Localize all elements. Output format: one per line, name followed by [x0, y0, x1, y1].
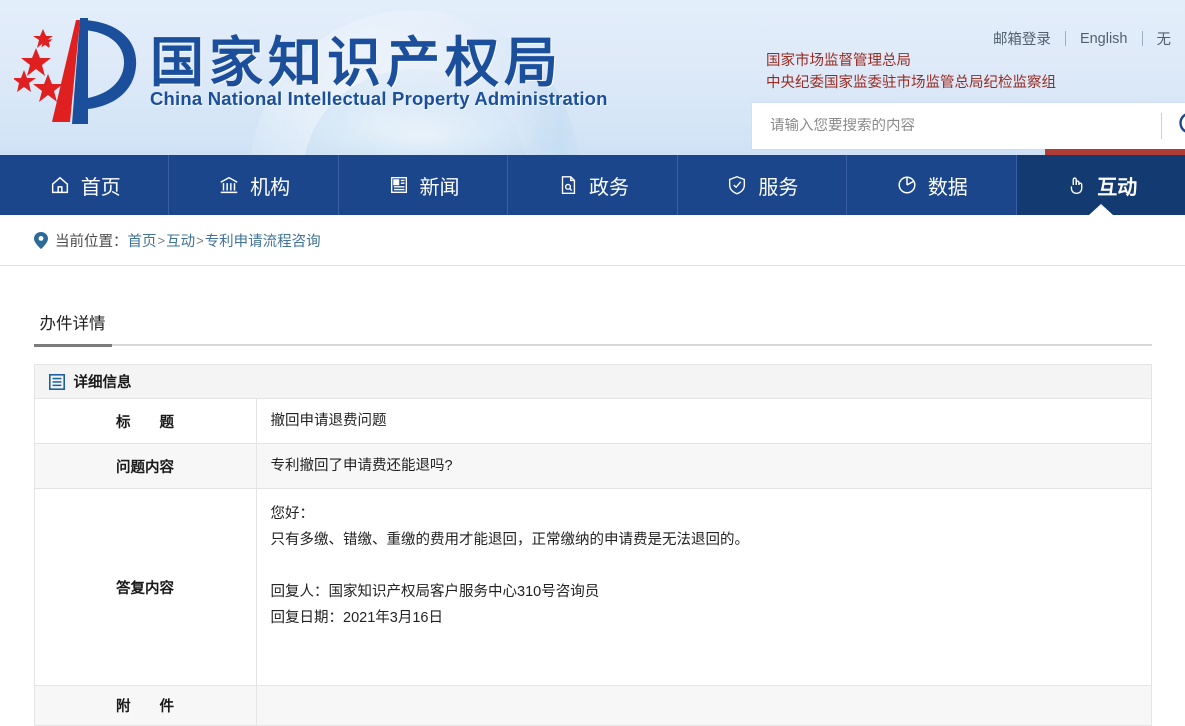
nav-item-institution[interactable]: 机构 — [169, 155, 338, 215]
main-content: 办件详情 详细信息 标 题 撤回申请退费问题 问题内容 — [0, 266, 1185, 726]
answer-line: 回复人：国家知识产权局客户服务中心310号咨询员 — [271, 579, 1137, 605]
row-value: 您好： 只有多缴、错缴、重缴的费用才能退回，正常缴纳的申请费是无法退回的。 回复… — [256, 489, 1151, 686]
breadcrumb-item-home[interactable]: 首页 — [128, 230, 157, 251]
org-line-2: 中央纪委国家监委驻市场监管总局纪检监察组 — [766, 72, 1056, 94]
table-row-title: 标 题 撤回申请退费问题 — [34, 399, 1151, 444]
answer-line: 回复日期：2021年3月16日 — [271, 605, 1137, 631]
english-link[interactable]: English — [1066, 31, 1142, 47]
nav-label: 机构 — [250, 171, 290, 200]
main-navigation: 首页 机构 新闻 — [0, 155, 1185, 215]
breadcrumb-label: 当前位置： — [55, 230, 128, 251]
row-label: 答复内容 — [34, 489, 256, 686]
breadcrumb-item-interaction[interactable]: 互动 — [166, 230, 195, 251]
document-icon — [556, 173, 580, 197]
breadcrumb: 当前位置： 首页 > 互动 > 专利申请流程咨询 — [0, 215, 1185, 266]
nav-label: 服务 — [758, 171, 798, 200]
site-header: 国家知识产权局 China National Intellectual Prop… — [0, 0, 1185, 155]
affiliated-org-text: 国家市场监督管理总局 中央纪委国家监委驻市场监管总局纪检监察组 — [766, 50, 1056, 94]
tab-case-detail[interactable]: 办件详情 — [34, 310, 112, 347]
site-title-en: China National Intellectual Property Adm… — [150, 88, 608, 110]
home-icon — [48, 173, 72, 197]
breadcrumb-item-current[interactable]: 专利申请流程咨询 — [205, 230, 321, 251]
row-value — [256, 686, 1151, 726]
site-title-cn: 国家知识产权局 — [150, 18, 563, 97]
row-label: 问题内容 — [34, 444, 256, 489]
nav-label: 互动 — [1097, 171, 1137, 200]
nav-item-government-affairs[interactable]: 政务 — [508, 155, 677, 215]
breadcrumb-separator: > — [195, 233, 205, 248]
answer-line: 您好： — [271, 501, 1137, 527]
answer-line: 只有多缴、错缴、重缴的费用才能退回，正常缴纳的申请费是无法退回的。 — [271, 527, 1137, 553]
nav-label: 政务 — [589, 171, 629, 200]
location-pin-icon — [34, 232, 48, 249]
nav-item-home[interactable]: 首页 — [0, 155, 169, 215]
nav-label: 新闻 — [420, 171, 460, 200]
row-label: 附 件 — [34, 686, 256, 726]
list-panel-icon — [49, 374, 65, 390]
top-utility-links: 邮箱登录 English 无 — [979, 28, 1185, 49]
pie-chart-icon — [895, 173, 919, 197]
active-nav-arrow — [1089, 204, 1113, 215]
newspaper-icon — [387, 173, 411, 197]
shield-check-icon — [725, 173, 749, 197]
org-line-1: 国家市场监督管理总局 — [766, 50, 1056, 72]
table-row-answer: 答复内容 您好： 只有多缴、错缴、重缴的费用才能退回，正常缴纳的申请费是无法退回… — [34, 489, 1151, 686]
row-value: 专利撤回了申请费还能退吗? — [256, 444, 1151, 489]
detail-panel: 办件详情 详细信息 标 题 撤回申请退费问题 问题内容 — [34, 308, 1152, 726]
row-value: 撤回申请退费问题 — [256, 399, 1151, 444]
site-search — [752, 103, 1185, 149]
section-header-detail-info: 详细信息 — [34, 364, 1152, 398]
nav-item-news[interactable]: 新闻 — [339, 155, 508, 215]
row-label: 标 题 — [34, 399, 256, 444]
search-button[interactable] — [1162, 103, 1185, 149]
answer-blank-line — [271, 553, 1137, 579]
table-row-attachment: 附 件 — [34, 686, 1151, 726]
cnipa-logo-icon[interactable] — [14, 14, 144, 130]
accessibility-link[interactable]: 无 — [1143, 28, 1185, 49]
bank-icon — [217, 173, 241, 197]
nav-item-data[interactable]: 数据 — [847, 155, 1016, 215]
search-input[interactable] — [752, 118, 1161, 134]
section-title: 详细信息 — [74, 371, 132, 392]
nav-item-services[interactable]: 服务 — [678, 155, 847, 215]
email-login-link[interactable]: 邮箱登录 — [979, 28, 1065, 49]
nav-item-interaction[interactable]: 互动 — [1017, 155, 1185, 215]
search-icon — [1177, 110, 1185, 143]
table-row-question: 问题内容 专利撤回了申请费还能退吗? — [34, 444, 1151, 489]
hand-pointer-icon — [1064, 173, 1088, 197]
tab-strip: 办件详情 — [34, 308, 1152, 346]
nav-label: 数据 — [928, 171, 968, 200]
nav-label: 首页 — [81, 171, 121, 200]
breadcrumb-separator: > — [157, 233, 167, 248]
